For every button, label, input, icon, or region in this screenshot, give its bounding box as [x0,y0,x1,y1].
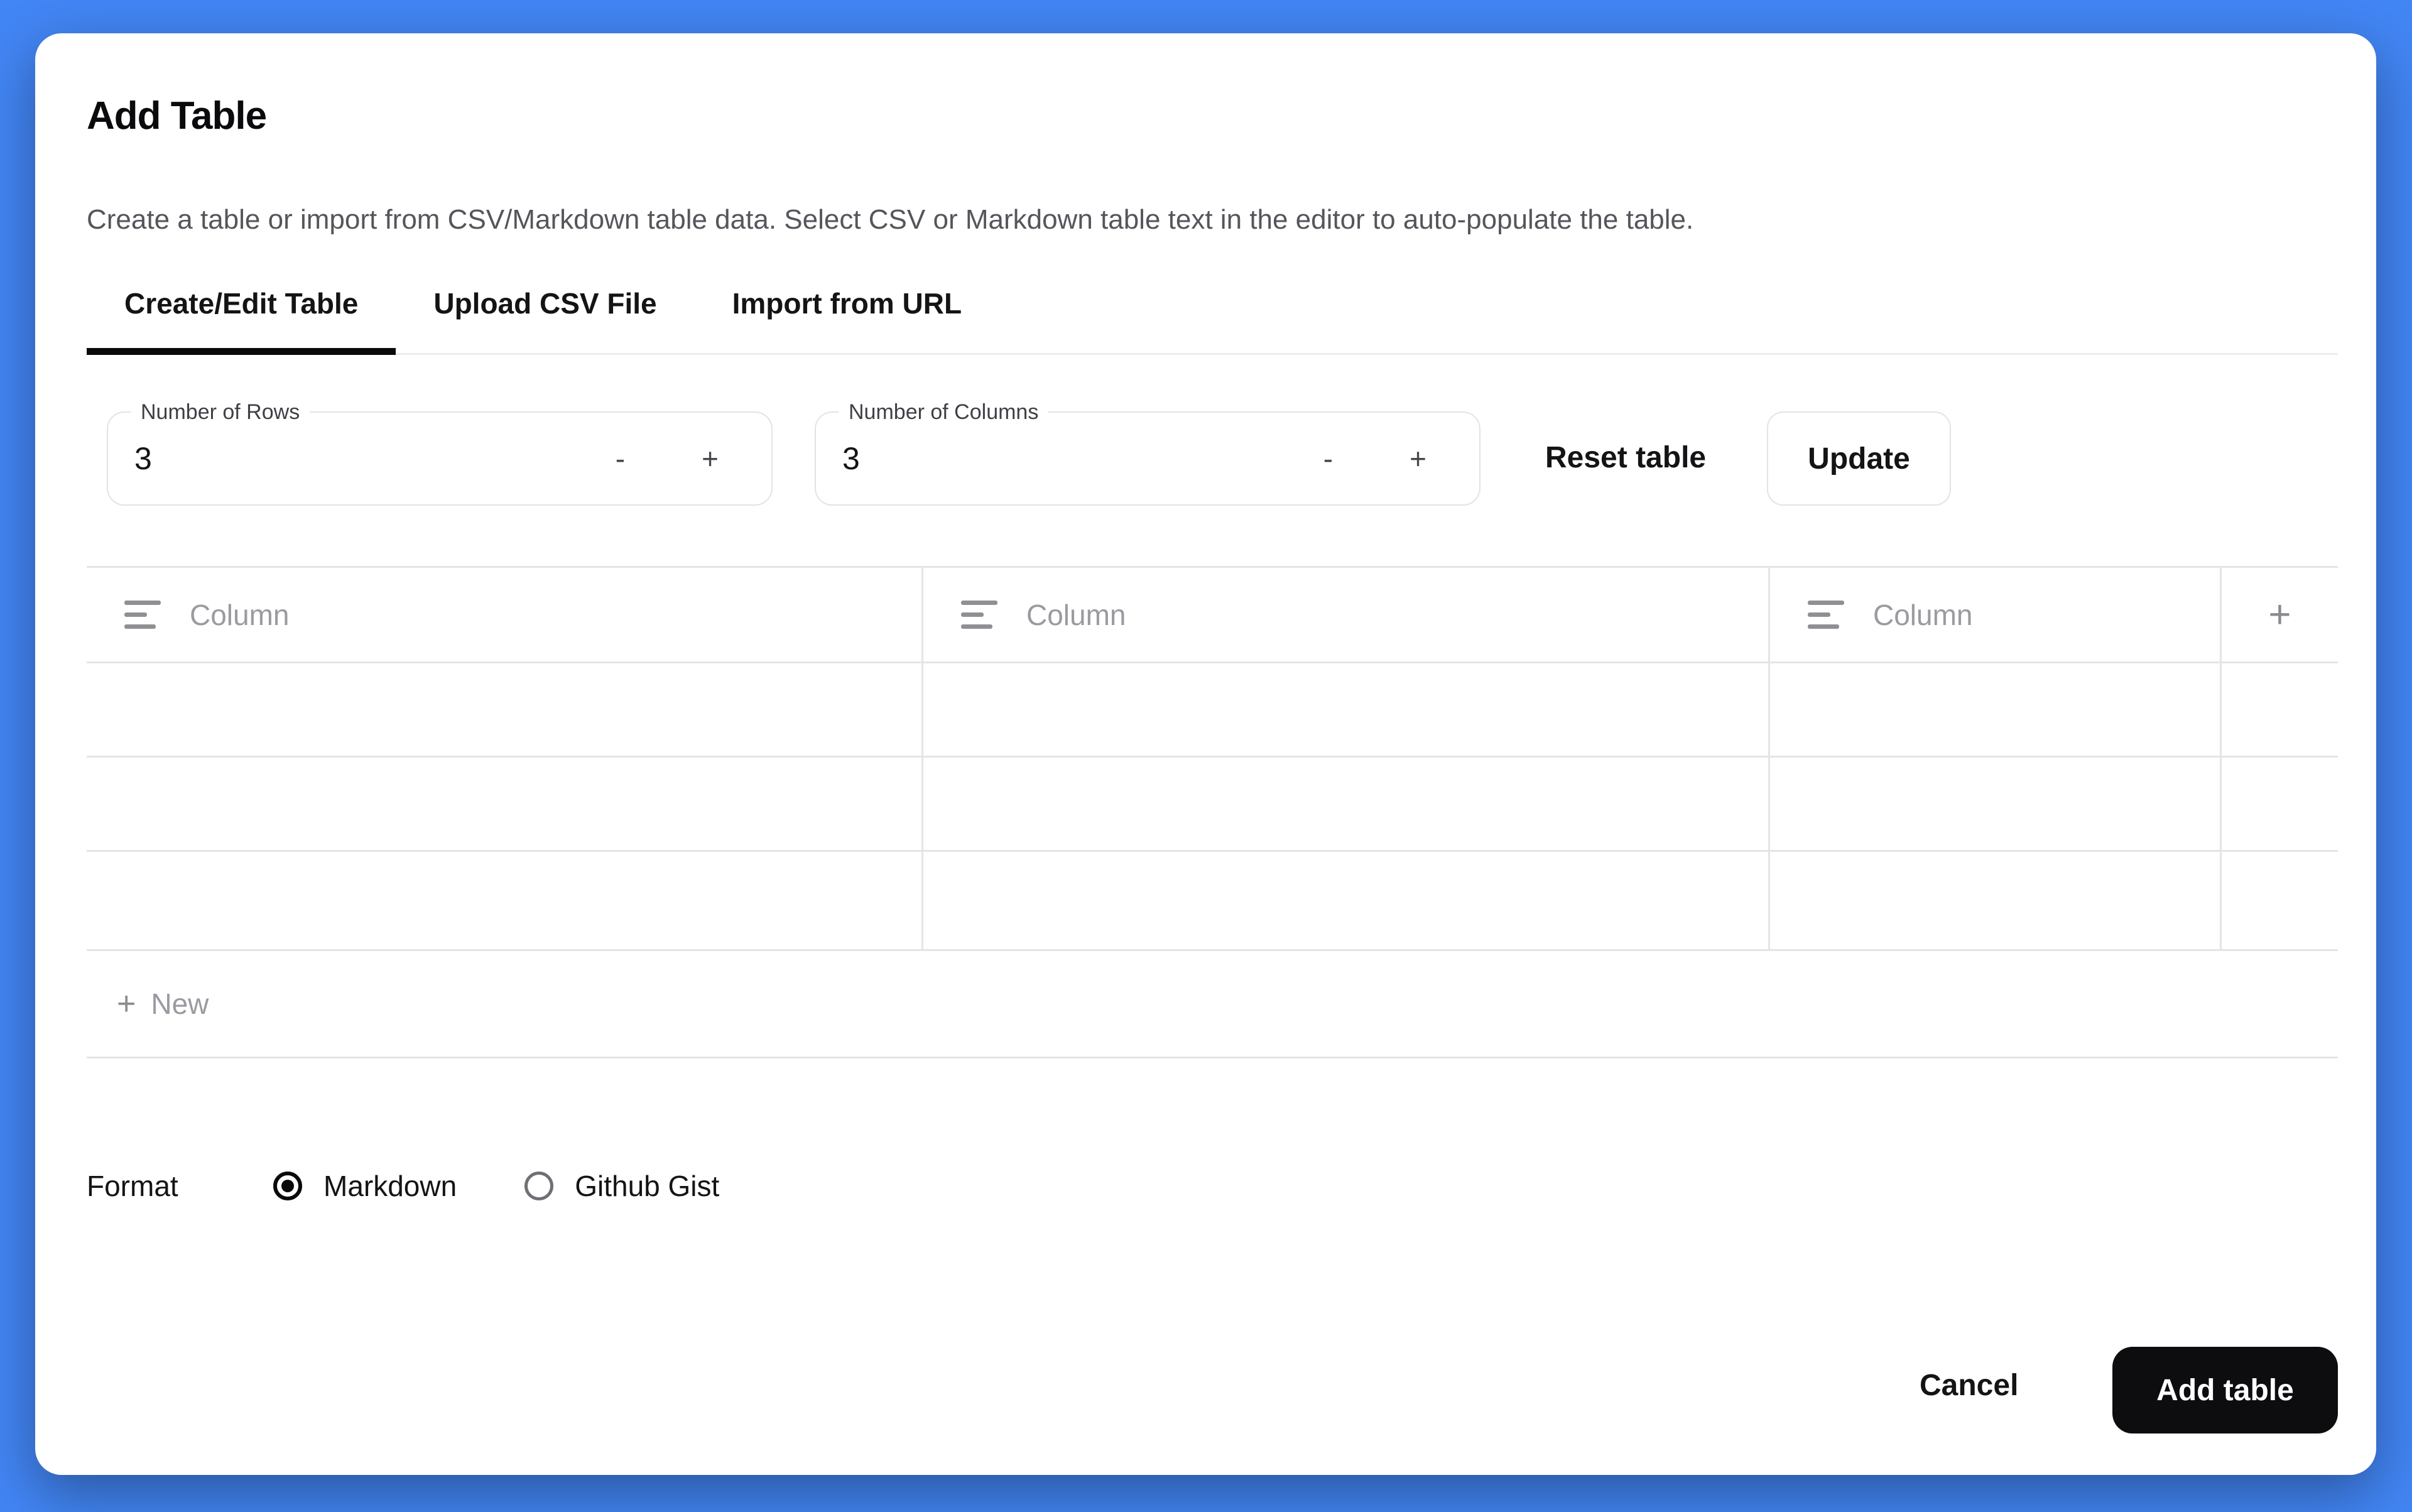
radio-option-github-gist[interactable]: Github Gist [524,1169,719,1203]
number-of-columns-label: Number of Columns [839,399,1048,425]
plus-icon: + [117,987,136,1020]
new-row-label: New [151,987,209,1021]
column-header-3[interactable]: Column [1770,568,2222,661]
columns-decrement-button[interactable]: - [1323,444,1333,473]
drag-handle-icon[interactable] [961,601,997,629]
table-cell[interactable] [1770,663,2222,756]
update-button[interactable]: Update [1767,411,1951,506]
reset-table-button[interactable]: Reset table [1545,440,1706,475]
rows-increment-button[interactable]: + [702,444,719,473]
table-row [87,758,2338,852]
drag-handle-icon[interactable] [1808,601,1844,629]
format-label: Format [87,1169,273,1203]
page-backdrop: { "backdrop_color": "#4285f4", "dialog":… [0,0,2412,1512]
radio-selected-icon[interactable] [273,1172,302,1200]
radio-option-markdown[interactable]: Markdown [273,1169,457,1203]
table-cell [2222,758,2338,850]
table-row [87,663,2338,758]
format-options: Format Markdown Github Gist [87,1164,719,1208]
number-of-rows-label: Number of Rows [131,399,310,425]
page-title: Add Table [87,94,266,138]
table-editor: Column Column Column + [87,566,2338,1058]
table-cell[interactable] [87,852,923,949]
rows-decrement-button[interactable]: - [616,444,625,473]
table-cell[interactable] [87,758,923,850]
tab-bar: Create/Edit Table Upload CSV File Import… [87,275,2338,355]
column-header-2[interactable]: Column [923,568,1770,661]
table-cell[interactable] [1770,852,2222,949]
table-cell[interactable] [923,758,1770,850]
column-name-input[interactable]: Column [1026,598,1126,632]
add-column-cell[interactable]: + [2222,568,2338,661]
rows-value-input[interactable]: 3 [134,440,152,477]
table-cell[interactable] [87,663,923,756]
column-name-input[interactable]: Column [190,598,290,632]
cancel-button[interactable]: Cancel [1920,1368,2018,1403]
add-table-button[interactable]: Add table [2112,1347,2338,1433]
table-header-row: Column Column Column + [87,568,2338,663]
table-cell[interactable] [923,852,1770,949]
number-of-rows-field: Number of Rows 3 - + [107,411,773,506]
column-name-input[interactable]: Column [1873,598,1973,632]
drag-handle-icon[interactable] [124,601,161,629]
rows-stepper: - + [616,444,771,473]
table-row [87,852,2338,951]
column-header-1[interactable]: Column [87,568,923,661]
columns-stepper: - + [1323,444,1479,473]
radio-label-github-gist[interactable]: Github Gist [575,1169,719,1203]
dialog-description: Create a table or import from CSV/Markdo… [87,204,1693,236]
columns-increment-button[interactable]: + [1410,444,1426,473]
tab-create-edit-table[interactable]: Create/Edit Table [87,275,396,353]
radio-label-markdown[interactable]: Markdown [323,1169,457,1203]
tab-upload-csv-file[interactable]: Upload CSV File [396,275,694,353]
table-cell[interactable] [1770,758,2222,850]
tab-import-from-url[interactable]: Import from URL [695,275,999,353]
table-cell [2222,663,2338,756]
table-cell[interactable] [923,663,1770,756]
table-cell [2222,852,2338,949]
add-column-icon[interactable]: + [2268,596,2291,634]
columns-value-input[interactable]: 3 [842,440,860,477]
number-of-columns-field: Number of Columns 3 - + [815,411,1480,506]
add-table-dialog: Add Table Create a table or import from … [35,33,2376,1475]
radio-unselected-icon[interactable] [524,1172,553,1200]
add-new-row-button[interactable]: + New [87,951,2338,1058]
